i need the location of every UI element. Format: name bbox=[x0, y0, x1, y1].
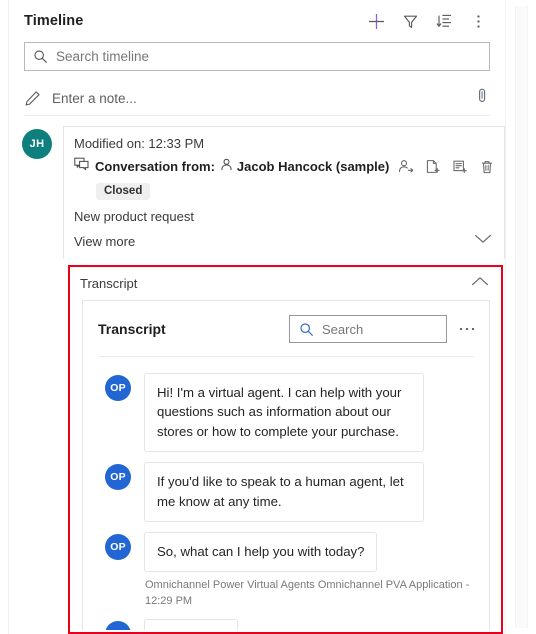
transcript-section-toggle[interactable]: Transcript bbox=[70, 267, 501, 300]
record-body: Modified on: 12:33 PM Conversation from: bbox=[63, 126, 506, 259]
view-more-label: View more bbox=[74, 233, 136, 249]
convert-to-case-icon[interactable] bbox=[451, 158, 469, 176]
right-scroll-rail[interactable] bbox=[506, 0, 536, 634]
record-subject: New product request bbox=[74, 209, 194, 224]
note-input-row[interactable]: Enter a note... bbox=[24, 81, 490, 115]
message-metadata: Omnichannel Power Virtual Agents Omnicha… bbox=[145, 579, 470, 607]
filter-icon bbox=[403, 15, 417, 28]
search-input[interactable]: Search timeline bbox=[24, 42, 490, 71]
list-item: OP If you'd like to speak to a human age… bbox=[105, 462, 474, 523]
delete-record-icon[interactable] bbox=[478, 158, 496, 176]
transcript-message-list: OP Hi! I'm a virtual agent. I can help w… bbox=[83, 357, 489, 630]
message-bubble: So, what can I help you with today? bbox=[144, 532, 378, 573]
timeline-header: Timeline bbox=[9, 0, 505, 42]
search-icon bbox=[300, 322, 313, 336]
pencil-icon bbox=[25, 90, 40, 106]
record-actions bbox=[389, 158, 496, 176]
transcript-section-label: Transcript bbox=[80, 276, 138, 291]
message-column: Hi! I'm a virtual agent. I can help with… bbox=[144, 373, 474, 453]
message-column: So, what can I help you with today? Omni… bbox=[144, 532, 474, 609]
page-title: Timeline bbox=[24, 13, 84, 29]
add-to-queue-icon[interactable] bbox=[424, 158, 442, 176]
more-commands-button[interactable] bbox=[463, 6, 493, 36]
message-column: If you'd like to speak to a human agent,… bbox=[144, 462, 474, 523]
transcript-more-button[interactable] bbox=[457, 319, 477, 339]
search-placeholder: Search timeline bbox=[56, 49, 150, 64]
person-icon bbox=[220, 158, 233, 176]
add-record-button[interactable] bbox=[361, 6, 391, 36]
scrollbar-track[interactable] bbox=[515, 6, 528, 628]
sort-descending-icon bbox=[436, 14, 451, 27]
transcript-section-highlight: Transcript Transcript Search OP Hi! I'm … bbox=[68, 265, 503, 634]
timeline-header-actions bbox=[361, 6, 493, 36]
transcript-search-placeholder: Search bbox=[322, 321, 364, 337]
more-vertical-icon bbox=[476, 14, 480, 28]
more-horizontal-icon bbox=[459, 327, 475, 331]
search-icon bbox=[34, 50, 47, 63]
avatar: OP bbox=[105, 464, 131, 491]
assign-record-icon[interactable] bbox=[397, 158, 415, 176]
status-badge: Closed bbox=[96, 183, 151, 200]
attach-file-button[interactable] bbox=[474, 87, 490, 109]
record-modified-on: Modified on: 12:33 PM bbox=[74, 136, 205, 151]
timeline-record: JH Modified on: 12:33 PM Conversation fr… bbox=[9, 116, 506, 259]
timeline-search-wrap: Search timeline bbox=[9, 42, 505, 71]
record-conversation-line: Conversation from: Jacob Hancock (sample… bbox=[64, 151, 504, 176]
message-bubble: Store hours bbox=[144, 619, 239, 630]
avatar: OP bbox=[105, 375, 131, 401]
view-more-toggle[interactable]: View more bbox=[64, 224, 504, 259]
message-column: Store hours bbox=[144, 619, 474, 630]
sort-button[interactable] bbox=[429, 6, 459, 36]
message-bubble: If you'd like to speak to a human agent,… bbox=[144, 462, 424, 523]
message-bubble: Hi! I'm a virtual agent. I can help with… bbox=[144, 373, 424, 453]
list-item: OP Hi! I'm a virtual agent. I can help w… bbox=[105, 373, 474, 453]
contact-name-link[interactable]: Jacob Hancock (sample) bbox=[237, 159, 389, 174]
filter-button[interactable] bbox=[395, 6, 425, 36]
transcript-card-header: Transcript Search bbox=[83, 301, 489, 356]
timeline-app: Timeline Search timeline Enter a note...… bbox=[0, 0, 536, 634]
conversation-icon bbox=[74, 157, 89, 176]
transcript-search-input[interactable]: Search bbox=[289, 315, 447, 343]
chevron-up-icon bbox=[470, 275, 490, 293]
avatar: JH bbox=[22, 129, 52, 159]
chevron-down-icon bbox=[473, 232, 493, 250]
conversation-from-label: Conversation from: bbox=[95, 159, 215, 174]
note-placeholder: Enter a note... bbox=[52, 90, 137, 106]
plus-icon bbox=[368, 13, 384, 29]
list-item: CU Store hours bbox=[105, 619, 474, 630]
list-item: OP So, what can I help you with today? O… bbox=[105, 532, 474, 609]
panel-left-edge bbox=[0, 0, 9, 634]
avatar: OP bbox=[105, 534, 131, 561]
avatar: CU bbox=[105, 621, 131, 630]
transcript-card: Transcript Search OP Hi! I'm a virtual a… bbox=[82, 300, 490, 630]
transcript-card-title: Transcript bbox=[98, 321, 166, 337]
status-badge-row: Closed bbox=[64, 176, 504, 200]
paperclip-icon bbox=[479, 88, 486, 102]
